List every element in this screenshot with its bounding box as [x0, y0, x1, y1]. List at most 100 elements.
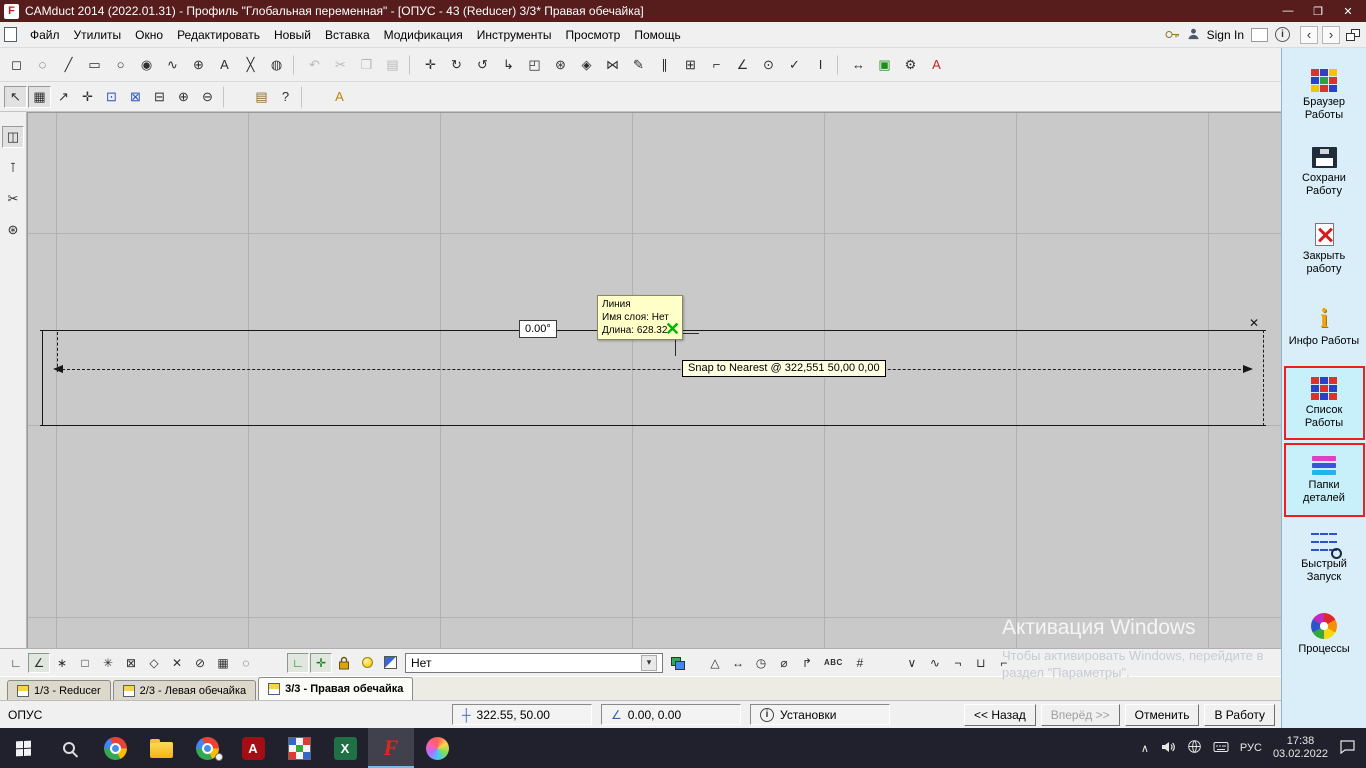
pattern-icon[interactable]: ◈ [574, 53, 599, 77]
menu-insert[interactable]: Вставка [318, 24, 377, 46]
center-point-icon[interactable]: ⊕ [186, 53, 211, 77]
network-icon[interactable] [1187, 739, 1202, 757]
menu-new[interactable]: Новый [267, 24, 318, 46]
viewport-icon[interactable]: ◫ [2, 126, 24, 148]
paste-icon[interactable]: ▤ [380, 53, 405, 77]
mirror-icon[interactable]: ⋈ [600, 53, 625, 77]
sidebar-item-part-folders[interactable]: Папки деталей [1284, 443, 1365, 517]
dropdown-arrow-icon[interactable]: ▾ [641, 655, 657, 671]
taskbar-grid-app-button[interactable] [276, 728, 322, 768]
cross-snap-icon[interactable]: ✕ [166, 653, 188, 673]
array-icon[interactable]: ⊞ [678, 53, 703, 77]
minimize-button[interactable]: — [1274, 2, 1302, 20]
diamond-snap-icon[interactable]: ◇ [143, 653, 165, 673]
cut-icon[interactable]: ✂ [328, 53, 353, 77]
menu-utilities[interactable]: Утилиты [67, 24, 129, 46]
sidebar-item-close-job[interactable]: Закрыть работу [1284, 212, 1365, 286]
menu-edit[interactable]: Редактировать [170, 24, 267, 46]
rotate-ccw-icon[interactable]: ↺ [470, 53, 495, 77]
zoom-previous-icon[interactable]: ⊟ [148, 86, 171, 108]
action-center-icon[interactable] [1339, 739, 1356, 758]
tangent-snap-icon[interactable]: ⊘ [189, 653, 211, 673]
nav-back-icon[interactable]: ‹ [1300, 26, 1318, 44]
start-button[interactable] [0, 728, 46, 768]
properties-icon[interactable]: ▤ [250, 86, 273, 108]
language-indicator[interactable]: РУС [1240, 742, 1262, 754]
grid-snap-icon[interactable]: ▦ [212, 653, 234, 673]
font-check-icon[interactable]: A [924, 53, 949, 77]
chamfer-icon[interactable]: ∠ [730, 53, 755, 77]
abc-check-icon[interactable]: ABC [819, 653, 848, 673]
layers-manager-icon[interactable] [667, 653, 689, 673]
hatch-icon[interactable]: ◍ [264, 53, 289, 77]
eye-icon[interactable]: ◉ [134, 53, 159, 77]
hatch-region-icon[interactable]: # [849, 653, 871, 673]
sidebar-item-job-info[interactable]: i Инфо Работы [1284, 289, 1365, 363]
menu-file[interactable]: Файл [23, 24, 67, 46]
help-icon[interactable]: ? [274, 86, 297, 108]
measure-area-icon[interactable]: △ [704, 653, 726, 673]
layer-lock-icon[interactable] [333, 653, 355, 673]
diameter-icon[interactable]: ⌀ [773, 653, 795, 673]
dimension-line[interactable] [57, 369, 1251, 370]
taskbar-explorer-button[interactable] [138, 728, 184, 768]
annotate-icon[interactable]: A [328, 86, 351, 108]
edit-points-icon[interactable]: ✎ [626, 53, 651, 77]
document-icon[interactable] [4, 27, 17, 42]
close-button[interactable]: ✕ [1334, 2, 1362, 20]
seam-icon[interactable]: ⊔ [970, 653, 992, 673]
forward-button[interactable]: Вперёд >> [1041, 704, 1120, 726]
ortho-mode-icon[interactable]: ∟ [287, 653, 309, 673]
back-button[interactable]: << Назад [964, 704, 1036, 726]
zoom-extents-icon[interactable]: ⊡ [100, 86, 123, 108]
intersection-snap-icon[interactable]: ✳ [97, 653, 119, 673]
sign-in-button[interactable]: Sign In [1207, 28, 1244, 42]
sidebar-item-job-browser[interactable]: Браузер Работы [1284, 58, 1365, 132]
cascade-windows-icon[interactable] [1346, 29, 1360, 41]
flatten-icon[interactable]: ▣ [872, 53, 897, 77]
sidebar-item-quick-launch[interactable]: Быстрый Запуск [1284, 520, 1365, 594]
measure-distance-icon[interactable]: ↔ [727, 653, 749, 673]
grid-toggle-icon[interactable]: ▦ [28, 86, 51, 108]
sidebar-item-job-list[interactable]: Список Работы [1284, 366, 1365, 440]
drawing-canvas[interactable]: ✕ 0.00° Линия Имя слоя: Нет Длина: 628.3… [27, 112, 1281, 648]
center-view-icon[interactable]: ✛ [76, 86, 99, 108]
notch-icon[interactable]: ¬ [947, 653, 969, 673]
vertex-icon[interactable]: ∨ [901, 653, 923, 673]
keyboard-icon[interactable] [1213, 741, 1229, 756]
profile-left-edge[interactable] [42, 330, 43, 426]
menu-help[interactable]: Помощь [627, 24, 687, 46]
layer-color-icon[interactable] [379, 653, 401, 673]
maximize-button[interactable]: ❐ [1304, 2, 1332, 20]
boxed-cross-snap-icon[interactable]: ⊠ [120, 653, 142, 673]
zoom-window-icon[interactable]: ⊠ [124, 86, 147, 108]
scale-icon[interactable]: ◰ [522, 53, 547, 77]
endpoint-snap-icon[interactable]: □ [74, 653, 96, 673]
undo-icon[interactable]: ↶ [302, 53, 327, 77]
region-icon[interactable]: ◌ [235, 653, 257, 673]
line-icon[interactable]: ╱ [56, 53, 81, 77]
snap-to-point-icon[interactable]: ⊙ [756, 53, 781, 77]
menu-modify[interactable]: Модификация [377, 24, 470, 46]
taskbar-chrome-profile-button[interactable] [184, 728, 230, 768]
midpoint-snap-icon[interactable]: ∗ [51, 653, 73, 673]
quick-access-field[interactable] [1251, 28, 1268, 42]
sidebar-item-save-job[interactable]: Сохрани Работу [1284, 135, 1365, 209]
taskbar-color-sphere-button[interactable] [414, 728, 460, 768]
copy-icon[interactable]: ❐ [354, 53, 379, 77]
taskbar-search-button[interactable] [46, 728, 92, 768]
offset-icon[interactable]: ↳ [496, 53, 521, 77]
tray-expand-icon[interactable]: ∧ [1141, 742, 1149, 755]
stretch-icon[interactable]: ↔ [846, 53, 871, 77]
incline-snap-icon[interactable]: ∠ [28, 653, 50, 673]
corner-icon[interactable]: ⌐ [993, 653, 1015, 673]
jump-icon[interactable]: ↗ [52, 86, 75, 108]
divide-icon[interactable]: ∥ [652, 53, 677, 77]
rectangle-icon[interactable]: ▭ [82, 53, 107, 77]
stamp-icon[interactable]: ⊛ [548, 53, 573, 77]
menu-window[interactable]: Окно [128, 24, 170, 46]
profile-right-edge[interactable] [1263, 330, 1264, 426]
profile-bottom-line[interactable] [40, 425, 1266, 426]
taskbar-chrome-button[interactable] [92, 728, 138, 768]
taskbar-acrobat-button[interactable]: A [230, 728, 276, 768]
